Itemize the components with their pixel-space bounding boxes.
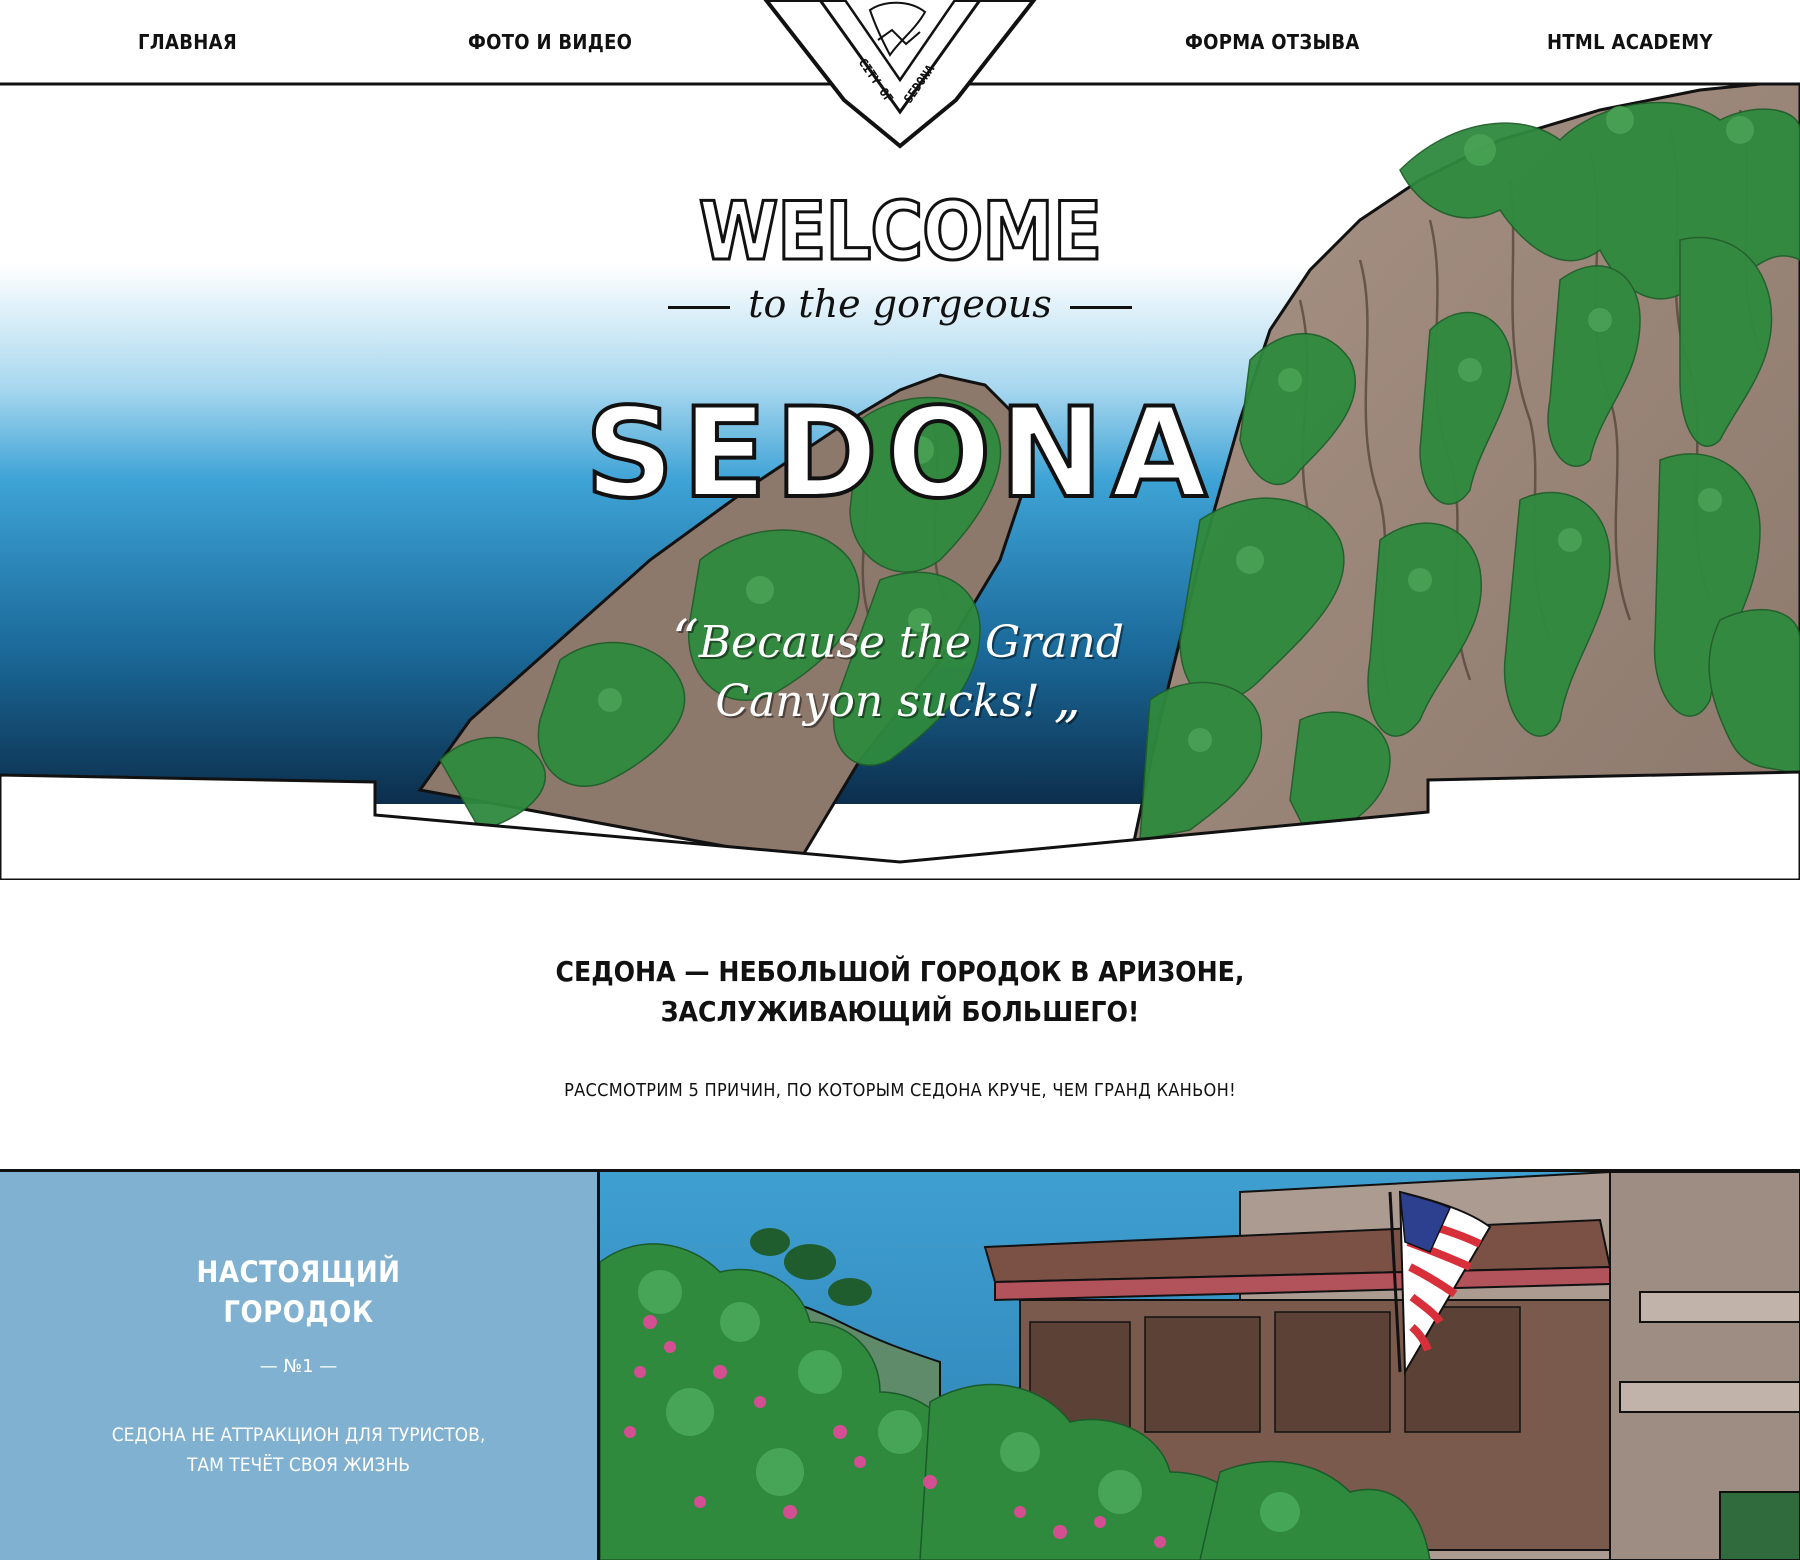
hero-subtitle: to the gorgeous [0,285,1800,323]
feature-number: — №1 — [259,1356,338,1377]
city-emblem-icon[interactable]: CITY OF SEDONA [760,0,1040,150]
feature-town-illustration [600,1172,1800,1560]
intro-text: Рассмотрим 5 причин, по которым Седона к… [564,1080,1236,1101]
subtitle-dash-right [1069,306,1132,309]
hero-welcome: WELCOME [697,185,1103,278]
intro-title-line1: Седона — небольшой городок в Аризоне, [555,955,1245,988]
feature-title-line2: городок [223,1295,374,1329]
hero-subtitle-text: to the gorgeous [748,282,1052,326]
nav-academy-link[interactable]: HTML Academy [1547,30,1713,54]
nav-home-link[interactable]: главная [138,30,237,54]
nav-photo-video-link[interactable]: фото и видео [468,30,632,54]
tagline-line1: Because the Grand [698,617,1124,668]
feature-text: Седона не аттракцион для туристов, там т… [0,1420,597,1480]
subtitle-dash-left [668,306,731,309]
nav-feedback-link[interactable]: форма отзыва [1185,30,1360,54]
feature-title: Настоящий городок [0,1252,597,1332]
feature-text-line1: Седона не аттракцион для туристов, [111,1424,486,1446]
feature-text-line2: там течёт своя жизнь [186,1454,411,1476]
hero-city-title: SEDONA [583,382,1216,526]
hero-tagline: “Because the Grand Canyon sucks! „ [668,612,1128,730]
tagline-line2: Canyon sucks! [715,676,1040,727]
intro-title: Седона — небольшой городок в Аризоне, за… [0,952,1800,1032]
intro-title-line2: заслуживающий большего! [660,995,1140,1028]
feature-title-line1: Настоящий [196,1255,401,1289]
open-quote-icon: “ [672,610,699,670]
close-quote-icon: „ [1053,669,1081,729]
